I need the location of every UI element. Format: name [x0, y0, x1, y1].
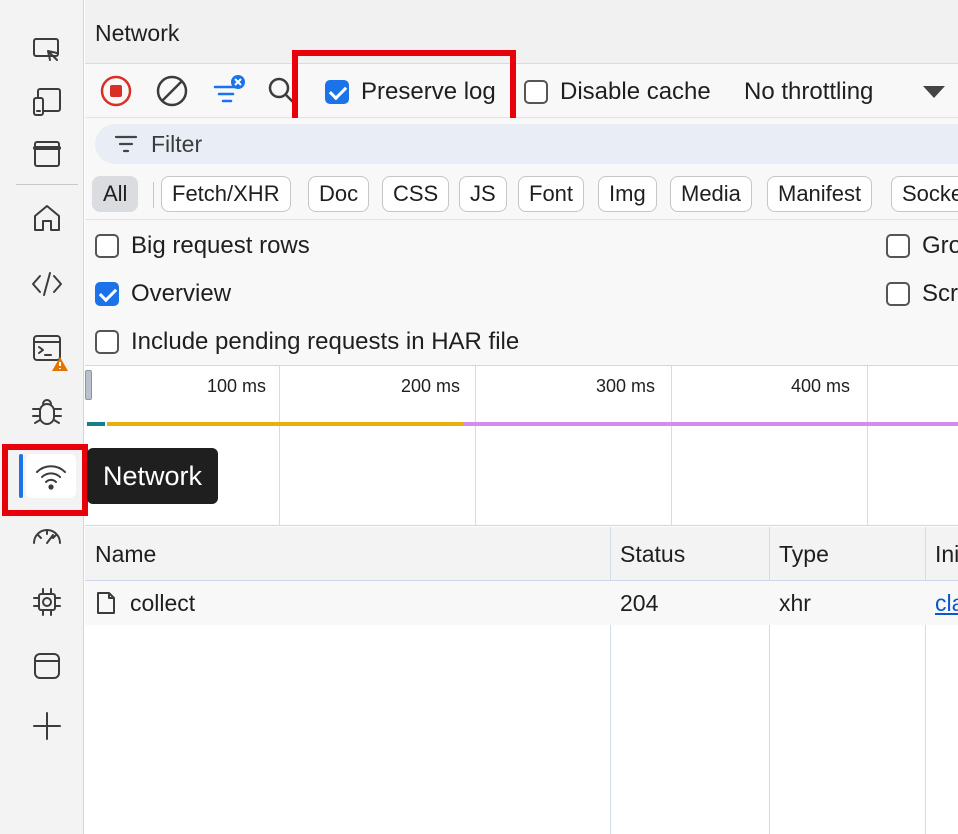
code-icon[interactable] — [22, 262, 72, 306]
throttling-select[interactable]: No throttling — [744, 78, 873, 106]
timeline-bar-waiting — [107, 422, 463, 426]
request-status: 204 — [620, 590, 659, 616]
request-name: collect — [130, 590, 196, 616]
chip-icon[interactable] — [22, 580, 72, 624]
column-header-initiator[interactable]: Ini — [935, 541, 958, 568]
panel-title-bar: Network — [85, 0, 958, 64]
screenshots-checkbox[interactable]: Scr — [886, 280, 958, 308]
type-chip-manifest[interactable]: Manifest — [767, 176, 873, 212]
network-toolbar: Preserve log Disable cache No throttling — [85, 50, 958, 142]
checkbox-box[interactable] — [95, 330, 119, 354]
timeline-handle[interactable] — [85, 370, 92, 400]
table-row[interactable]: collect 204 xhr cla — [85, 581, 958, 625]
request-initiator-link[interactable]: cla — [935, 590, 958, 617]
network-tooltip: Network — [87, 448, 219, 504]
home-icon[interactable] — [22, 196, 72, 240]
timeline-gridline — [475, 366, 476, 526]
record-icon — [100, 75, 132, 107]
column-header-name[interactable]: Name — [95, 541, 156, 568]
document-icon — [97, 592, 115, 614]
filter-icon — [213, 75, 245, 103]
timeline-tick-label: 100 ms — [207, 376, 267, 396]
type-chip-img[interactable]: Img — [598, 176, 657, 212]
column-header-type[interactable]: Type — [779, 541, 829, 568]
type-chip-doc[interactable]: Doc — [308, 176, 370, 212]
request-type: xhr — [779, 590, 811, 616]
group-by-frame-checkbox[interactable]: Gro — [886, 232, 958, 260]
column-divider[interactable] — [610, 527, 611, 834]
checkbox-box[interactable] — [886, 282, 910, 306]
timeline-tick-label: 400 ms — [791, 376, 851, 396]
filter-toggle-button[interactable] — [209, 72, 247, 110]
filter-placeholder: Filter — [151, 130, 203, 157]
panel-title: Network — [95, 20, 180, 46]
group-by-frame-label: Gro — [922, 232, 958, 259]
timeline-gridline — [279, 366, 280, 526]
filter-lines-icon — [114, 135, 138, 153]
column-divider[interactable] — [925, 527, 926, 834]
disable-cache-checkbox[interactable]: Disable cache — [524, 78, 711, 106]
big-request-rows-label: Big request rows — [131, 232, 310, 259]
checkbox-box[interactable] — [95, 282, 119, 306]
clear-button[interactable] — [153, 72, 191, 110]
column-header-status[interactable]: Status — [620, 541, 685, 568]
clear-icon — [156, 75, 188, 107]
resource-type-filters: All Fetch/XHR Doc CSS JS Font Img Media … — [85, 170, 958, 220]
disable-cache-label: Disable cache — [560, 78, 711, 105]
type-chip-socket[interactable]: Socke — [891, 176, 958, 212]
type-chip-media[interactable]: Media — [670, 176, 752, 212]
chip-divider — [153, 182, 154, 208]
include-pending-har-checkbox[interactable]: Include pending requests in HAR file — [95, 328, 519, 356]
timeline-gridline — [867, 366, 868, 526]
bug-icon[interactable] — [22, 390, 72, 434]
timeline-bar-connect — [87, 422, 105, 426]
timeline-tick-label: 200 ms — [401, 376, 461, 396]
requests-table-header: Name Status Type Ini — [85, 527, 958, 581]
record-button[interactable] — [97, 72, 135, 110]
timeline-gridline — [671, 366, 672, 526]
panel-icon[interactable] — [22, 644, 72, 688]
type-chip-js[interactable]: JS — [459, 176, 507, 212]
timeline-bar-download — [463, 422, 958, 426]
network-icon-highlight — [2, 444, 88, 516]
overview-checkbox[interactable]: Overview — [95, 280, 231, 308]
include-pending-har-label: Include pending requests in HAR file — [131, 328, 520, 355]
checkbox-box[interactable] — [95, 234, 119, 258]
column-divider[interactable] — [769, 527, 770, 834]
settings-options: Big request rows Overview Include pendin… — [85, 220, 958, 366]
chevron-down-icon[interactable] — [923, 86, 945, 98]
type-chip-font[interactable]: Font — [518, 176, 585, 212]
overview-label: Overview — [131, 280, 232, 307]
network-panel: Network Preserve log Disable cache No th… — [85, 0, 958, 834]
warning-icon — [52, 357, 68, 371]
big-request-rows-checkbox[interactable]: Big request rows — [95, 232, 310, 260]
type-chip-fetch-xhr[interactable]: Fetch/XHR — [161, 176, 291, 212]
screenshots-label: Scr — [922, 280, 958, 307]
performance-icon[interactable] — [22, 516, 72, 560]
checkbox-box[interactable] — [886, 234, 910, 258]
activity-divider — [16, 184, 78, 185]
type-chip-all[interactable]: All — [92, 176, 139, 212]
window-icon[interactable] — [22, 132, 72, 176]
activity-bar — [0, 0, 84, 834]
filter-input[interactable]: Filter — [95, 124, 958, 164]
filter-row: Filter — [85, 118, 958, 170]
device-icon[interactable] — [22, 80, 72, 124]
inspect-icon[interactable] — [22, 28, 72, 72]
plus-icon[interactable] — [22, 704, 72, 748]
type-chip-css[interactable]: CSS — [382, 176, 450, 212]
checkbox-box[interactable] — [524, 80, 548, 104]
timeline-tick-label: 300 ms — [596, 376, 656, 396]
